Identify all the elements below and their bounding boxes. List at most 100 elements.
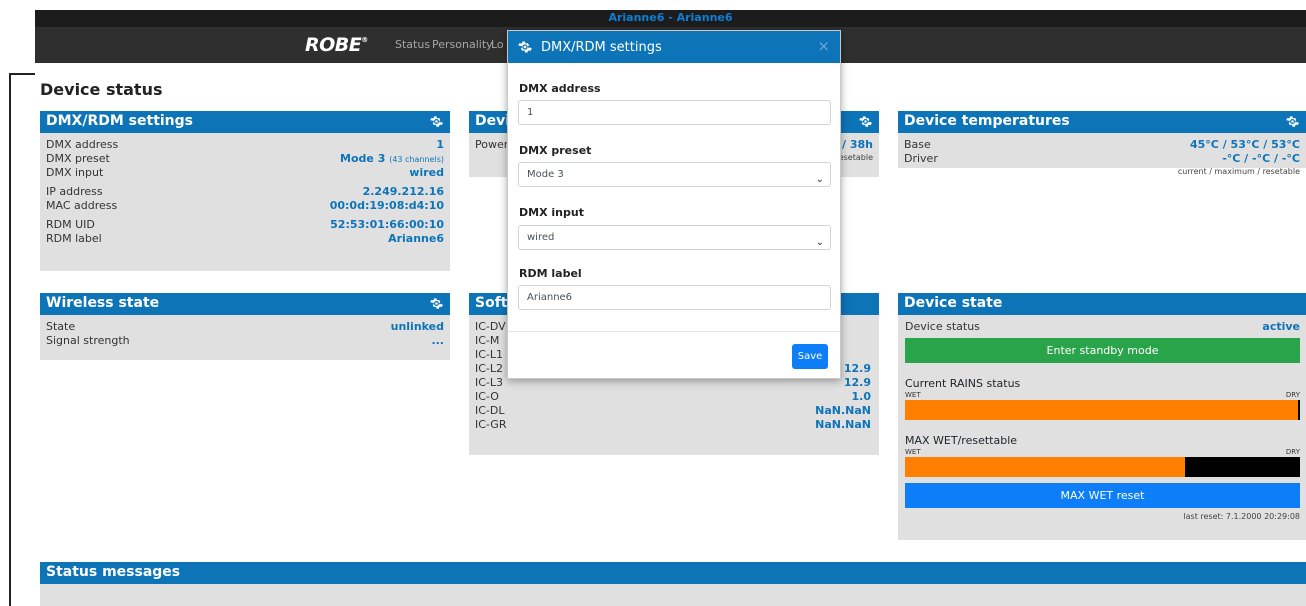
max-wet-label: MAX WET/resettable — [905, 434, 1018, 447]
dmx-preset-selected: Mode 3 — [527, 169, 564, 180]
gear-icon[interactable] — [1285, 114, 1300, 129]
wet-label: WET — [905, 391, 921, 399]
dmx-rdm-settings-modal: DMX/RDM settings × DMX address 1 DMX pre… — [507, 30, 841, 379]
mac-address-value: 00:0d:19:08:d4:10 — [329, 199, 444, 212]
last-reset-text: last reset: 7.1.2000 20:29:08 — [1183, 512, 1300, 521]
save-button[interactable]: Save — [792, 344, 828, 369]
modal-footer-divider — [508, 331, 840, 332]
logo-text: ROBE — [305, 34, 362, 56]
dmx-address-key: DMX address — [46, 138, 119, 151]
device-temperatures-card-title: Device temperatures — [904, 113, 1070, 129]
gear-icon[interactable] — [858, 114, 873, 129]
dmx-address-value: 1 — [436, 138, 444, 151]
dmx-preset-value: Mode 3 (43 channels) — [340, 152, 444, 166]
status-messages-title: Status messages — [46, 564, 181, 580]
nav-personality[interactable]: Personality — [432, 38, 493, 51]
rdm-uid-value: 52:53:01:66:00:10 — [330, 218, 444, 231]
modal-header: DMX/RDM settings × — [508, 31, 840, 63]
rdm-label-row: RDM label Arianne6 — [46, 232, 444, 246]
device-temperatures-card-header: Device temperatures — [898, 111, 1306, 133]
dmx-address-input[interactable]: 1 — [518, 100, 831, 125]
signal-strength-value: ... — [431, 334, 444, 347]
rains-status-label: Current RAINS status — [905, 377, 1021, 390]
dmx-preset-mode: Mode 3 — [340, 152, 386, 165]
rdm-uid-row: RDM UID 52:53:01:66:00:10 — [46, 218, 444, 232]
max-wet-bar-labels: WET DRY — [905, 448, 1300, 457]
dmx-rdm-card-header: DMX/RDM settings — [40, 111, 450, 133]
dmx-address-label: DMX address — [519, 82, 601, 95]
dmx-preset-key: DMX preset — [46, 152, 110, 165]
device-temperatures-card: Device temperatures Base 45°C / 53°C / 53… — [898, 111, 1306, 176]
device-state-card-title: Device state — [904, 295, 1003, 311]
robe-logo[interactable]: ROBE® — [305, 34, 368, 56]
mac-address-row: MAC address 00:0d:19:08:d4:10 — [46, 199, 444, 213]
software-key: IC-M — [475, 334, 500, 347]
dmx-preset-select[interactable]: Mode 3 ⌄ — [518, 162, 831, 187]
status-messages-card: Status messages — [40, 562, 1306, 606]
driver-temp-row: Driver -°C / -°C / -°C — [904, 152, 1300, 166]
chevron-down-icon: ⌄ — [815, 237, 824, 248]
software-key: IC-L3 — [475, 376, 504, 389]
dmx-rdm-card: DMX/RDM settings DMX address 1 DMX preset… — [40, 111, 450, 271]
base-temp-value: 45°C / 53°C / 53°C — [1190, 138, 1300, 151]
rdm-label-input[interactable]: Arianne6 — [518, 285, 831, 310]
device-status-row: Device status active — [905, 320, 1300, 334]
device-state-card-header: Device state — [898, 293, 1306, 315]
wireless-state-card-header: Wireless state — [40, 293, 450, 315]
software-value: NaN.NaN — [815, 404, 871, 417]
mac-address-key: MAC address — [46, 199, 118, 212]
close-icon[interactable]: × — [817, 37, 830, 55]
nav-status[interactable]: Status — [395, 38, 430, 51]
max-wet-reset-button[interactable]: MAX WET reset — [905, 483, 1300, 508]
ip-address-key: IP address — [46, 185, 103, 198]
driver-temp-value: -°C / -°C / -°C — [1222, 152, 1300, 165]
software-row: IC-DL NaN.NaN — [475, 404, 871, 418]
wireless-state-card-title: Wireless state — [46, 295, 160, 311]
dmx-address-row: DMX address 1 — [46, 138, 444, 152]
base-temp-key: Base — [904, 138, 931, 151]
wireless-state-value: unlinked — [390, 320, 444, 333]
software-key: IC-GR — [475, 418, 507, 431]
software-key: IC-DL — [475, 404, 505, 417]
dry-label: DRY — [1285, 448, 1300, 456]
device-status-value: active — [1262, 320, 1300, 333]
base-temp-row: Base 45°C / 53°C / 53°C — [904, 138, 1300, 152]
nav-log[interactable]: Lo — [491, 38, 504, 51]
rdm-label-key: RDM label — [46, 232, 102, 245]
wet-label: WET — [905, 448, 921, 456]
window-titlebar: Arianne6 - Arianne6 — [35, 10, 1306, 27]
chevron-down-icon: ⌄ — [815, 174, 824, 185]
dmx-preset-channels: (43 channels) — [389, 155, 444, 164]
dmx-preset-label: DMX preset — [519, 144, 592, 157]
rdm-label-label: RDM label — [519, 267, 582, 280]
software-value: NaN.NaN — [815, 418, 871, 431]
rains-bar-labels: WET DRY — [905, 391, 1300, 400]
rdm-label-value: Arianne6 — [388, 232, 444, 245]
software-value: 1.0 — [851, 390, 872, 403]
gear-icon — [518, 41, 532, 53]
ip-address-value: 2.249.212.16 — [362, 185, 444, 198]
software-key: IC-L2 — [475, 362, 504, 375]
standby-button[interactable]: Enter standby mode — [905, 338, 1300, 363]
window-title: Arianne6 - Arianne6 — [608, 11, 733, 24]
max-wet-bar — [905, 457, 1300, 477]
modal-title: DMX/RDM settings — [541, 40, 662, 55]
wireless-state-row: State unlinked — [46, 320, 444, 334]
page-bracket — [9, 73, 11, 606]
gear-icon[interactable] — [429, 296, 444, 311]
temperatures-note: current / maximum / resetable — [1177, 167, 1300, 176]
max-wet-fill — [905, 457, 1186, 477]
rdm-uid-key: RDM UID — [46, 218, 95, 231]
ip-address-row: IP address 2.249.212.16 — [46, 185, 444, 199]
dmx-input-row: DMX input wired — [46, 166, 444, 180]
power-key: Power — [475, 138, 509, 151]
device-state-card: Device state Device status active Enter s… — [898, 293, 1306, 540]
rains-status-fill — [905, 400, 1299, 420]
device-status-key: Device status — [905, 320, 980, 333]
software-key: IC-DV — [475, 320, 506, 333]
software-key: IC-O — [475, 390, 499, 403]
software-key: IC-L1 — [475, 348, 504, 361]
dry-label: DRY — [1285, 391, 1300, 399]
gear-icon[interactable] — [429, 114, 444, 129]
dmx-input-select[interactable]: wired ⌄ — [518, 225, 831, 250]
